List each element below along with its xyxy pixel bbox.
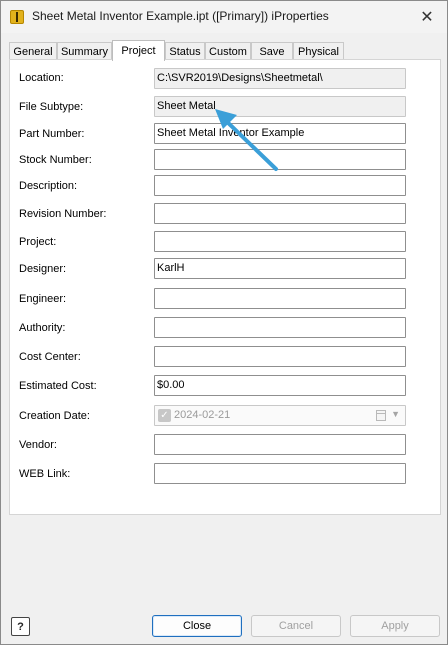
tab-summary[interactable]: Summary bbox=[57, 42, 112, 60]
project-input[interactable] bbox=[154, 231, 406, 252]
engineer-label: Engineer: bbox=[19, 293, 67, 305]
tab-bar: General Summary Project Status Custom Sa… bbox=[9, 40, 441, 61]
creation-date-label: Creation Date: bbox=[19, 410, 90, 422]
tab-status[interactable]: Status bbox=[165, 42, 205, 60]
web-link-input[interactable] bbox=[154, 463, 406, 484]
estimated-cost-label: Estimated Cost: bbox=[19, 380, 97, 392]
close-button[interactable]: Close bbox=[152, 615, 242, 637]
iproperties-dialog: Sheet Metal Inventor Example.ipt ([Prima… bbox=[0, 0, 448, 645]
vendor-input[interactable] bbox=[154, 434, 406, 455]
file-subtype-label: File Subtype: bbox=[19, 101, 84, 113]
authority-input[interactable] bbox=[154, 317, 406, 338]
location-label: Location: bbox=[19, 72, 64, 84]
description-label: Description: bbox=[19, 180, 78, 192]
tab-project[interactable]: Project bbox=[112, 40, 165, 61]
authority-label: Authority: bbox=[19, 322, 66, 334]
title-bar: Sheet Metal Inventor Example.ipt ([Prima… bbox=[1, 1, 447, 33]
file-subtype-field: Sheet Metal bbox=[154, 96, 406, 117]
engineer-input[interactable] bbox=[154, 288, 406, 309]
cost-center-input[interactable] bbox=[154, 346, 406, 367]
part-number-input[interactable]: Sheet Metal Inventor Example bbox=[154, 123, 406, 144]
calendar-icon bbox=[376, 410, 386, 421]
tab-custom[interactable]: Custom bbox=[205, 42, 251, 60]
stock-number-input[interactable] bbox=[154, 149, 406, 170]
estimated-cost-input[interactable]: $0.00 bbox=[154, 375, 406, 396]
designer-input[interactable]: KarlH bbox=[154, 258, 406, 279]
tab-physical[interactable]: Physical bbox=[293, 42, 344, 60]
window-title: Sheet Metal Inventor Example.ipt ([Prima… bbox=[32, 9, 329, 23]
project-label: Project: bbox=[19, 236, 57, 248]
stock-number-label: Stock Number: bbox=[19, 154, 92, 166]
checkmark-icon: ✓ bbox=[158, 409, 171, 422]
tab-general[interactable]: General bbox=[9, 42, 57, 60]
creation-date-picker: ✓ 2024-02-21 ▼ bbox=[154, 405, 406, 426]
creation-date-value: 2024-02-21 bbox=[174, 409, 231, 421]
cost-center-label: Cost Center: bbox=[19, 351, 81, 363]
apply-button[interactable]: Apply bbox=[350, 615, 440, 637]
revision-number-label: Revision Number: bbox=[19, 208, 107, 220]
dialog-footer: ? Close Cancel Apply bbox=[1, 603, 447, 644]
part-number-label: Part Number: bbox=[19, 128, 85, 140]
chevron-down-icon: ▼ bbox=[391, 409, 400, 419]
location-field: C:\SVR2019\Designs\Sheetmetal\ bbox=[154, 68, 406, 89]
tab-save[interactable]: Save bbox=[251, 42, 293, 60]
designer-label: Designer: bbox=[19, 263, 67, 275]
description-input[interactable] bbox=[154, 175, 406, 196]
cancel-button[interactable]: Cancel bbox=[251, 615, 341, 637]
web-link-label: WEB Link: bbox=[19, 468, 71, 480]
close-icon[interactable]: ✕ bbox=[413, 4, 441, 30]
help-icon[interactable]: ? bbox=[11, 617, 30, 636]
vendor-label: Vendor: bbox=[19, 439, 57, 451]
inventor-app-icon bbox=[10, 10, 24, 24]
revision-number-input[interactable] bbox=[154, 203, 406, 224]
